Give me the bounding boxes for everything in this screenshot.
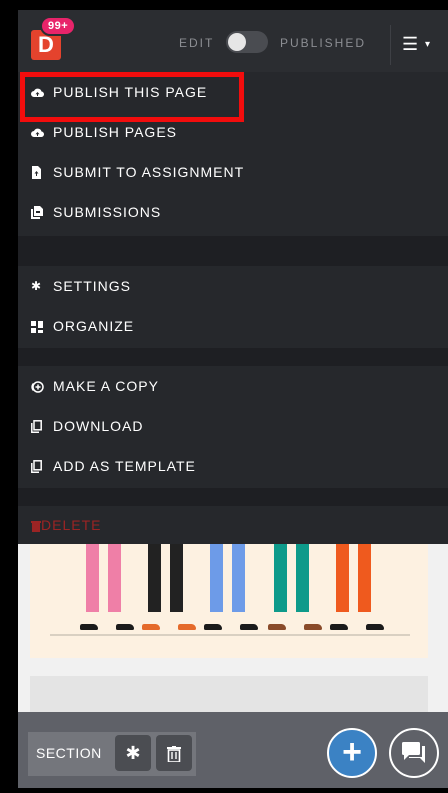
menu-item-submit-to-assignment[interactable]: SUBMIT TO ASSIGNMENT	[18, 152, 448, 192]
illustration-shoe	[330, 624, 348, 630]
gear-icon: ✱	[31, 279, 43, 293]
gear-icon: ✱	[125, 743, 141, 763]
chat-icon	[391, 742, 437, 780]
illustration-shoe	[204, 624, 222, 630]
illustration-floor	[50, 634, 410, 636]
illustration-shoe	[80, 624, 98, 630]
menu-item-add-as-template[interactable]: ADD AS TEMPLATE	[18, 446, 448, 486]
illustration-leg	[358, 544, 371, 612]
notification-badge[interactable]: 99+	[40, 16, 77, 36]
chat-button[interactable]	[389, 728, 439, 778]
edit-published-toggle[interactable]	[226, 31, 268, 53]
next-section-card[interactable]	[30, 676, 428, 716]
illustration-leg	[148, 544, 161, 612]
documents-icon	[31, 192, 45, 232]
menu-item-organize[interactable]: ORGANIZE	[18, 306, 448, 346]
illustration-shoe	[178, 624, 196, 630]
menu-item-label: ADD AS TEMPLATE	[53, 458, 196, 474]
copy-icon	[31, 446, 45, 486]
section-settings-button[interactable]: ✱	[115, 735, 151, 771]
illustration-shoe	[142, 624, 160, 630]
illustration-shoe	[304, 624, 322, 630]
illustration-shoe	[268, 624, 286, 630]
menu-item-label: PUBLISH PAGES	[53, 124, 178, 140]
section-controls: SECTION ✱	[28, 732, 196, 776]
document-upload-icon	[31, 152, 45, 192]
menu-item-label: MAKE A COPY	[53, 378, 159, 394]
copy-add-icon	[31, 366, 45, 406]
menu-item-label: DELETE	[41, 517, 102, 533]
menu-item-make-a-copy[interactable]: MAKE A COPY	[18, 366, 448, 406]
menu-item-label: ORGANIZE	[53, 318, 135, 334]
illustration-shoe	[366, 624, 384, 630]
app-frame: D 99+ EDIT PUBLISHED ☰ ▾ PUBLISH THIS PAG…	[18, 10, 448, 788]
grid-icon	[31, 306, 45, 346]
menu-item-label: SUBMISSIONS	[53, 204, 162, 220]
illustration-leg	[86, 544, 99, 612]
menu-group-delete: DELETE	[18, 506, 448, 544]
menu-item-delete[interactable]: DELETE	[18, 506, 448, 544]
illustration-leg	[232, 544, 245, 612]
menu-item-submissions[interactable]: SUBMISSIONS	[18, 192, 448, 232]
caret-down-icon: ▾	[425, 39, 431, 50]
illustration-leg	[296, 544, 309, 612]
plus-icon: +	[342, 733, 362, 771]
copy-icon	[31, 406, 45, 446]
add-button[interactable]: +	[327, 728, 377, 778]
header-divider	[390, 25, 391, 65]
bottom-toolbar: SECTION ✱ +	[18, 712, 448, 788]
section-label: SECTION	[36, 745, 102, 761]
illustration-leg	[210, 544, 223, 612]
edit-label: EDIT	[179, 36, 215, 50]
hamburger-icon: ☰	[402, 34, 419, 54]
illustration-leg	[336, 544, 349, 612]
menu-item-download[interactable]: DOWNLOAD	[18, 406, 448, 446]
illustration-shoe	[116, 624, 134, 630]
menu-item-settings[interactable]: ✱ SETTINGS	[18, 266, 448, 306]
illustration-leg	[274, 544, 287, 612]
trash-icon	[167, 743, 181, 764]
illustration-shoe	[240, 624, 258, 630]
menu-item-label: SETTINGS	[53, 278, 132, 294]
trash-icon	[31, 506, 45, 544]
section-delete-button[interactable]	[156, 735, 192, 771]
top-bar: D 99+ EDIT PUBLISHED ☰ ▾	[18, 10, 448, 72]
illustration-leg	[170, 544, 183, 612]
hamburger-menu-button[interactable]: ☰ ▾	[402, 34, 438, 54]
menu-group-settings: ✱ SETTINGS ORGANIZE	[18, 266, 448, 348]
illustration-leg	[108, 544, 121, 612]
menu-item-label: DOWNLOAD	[53, 418, 144, 434]
people-illustration	[30, 544, 428, 658]
menu-item-label: SUBMIT TO ASSIGNMENT	[53, 164, 245, 180]
published-label: PUBLISHED	[280, 36, 367, 50]
highlight-box	[20, 72, 244, 122]
page-actions-menu: PUBLISH THIS PAGE PUBLISH PAGES SUBMIT T…	[18, 72, 448, 544]
toggle-knob	[228, 33, 246, 51]
menu-group-copy: MAKE A COPY DOWNLOAD ADD AS TEMPLATE	[18, 366, 448, 488]
